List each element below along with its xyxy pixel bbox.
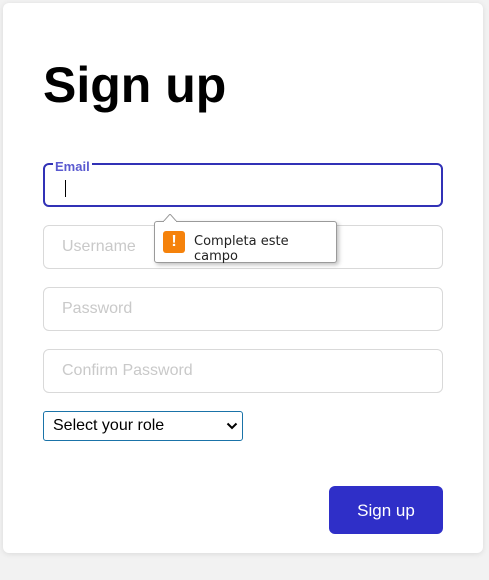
password-field[interactable]: Password — [43, 287, 443, 331]
validation-message: Completa este campo — [194, 234, 289, 264]
email-field[interactable]: Email — [43, 159, 443, 207]
chevron-down-icon — [226, 422, 238, 430]
signup-button[interactable]: Sign up — [329, 486, 443, 534]
role-select[interactable]: Select your role — [43, 411, 243, 441]
signup-button-label: Sign up — [357, 501, 415, 520]
signup-card: Sign up Email Username Password Confirm … — [3, 3, 483, 553]
tooltip-arrow — [163, 214, 177, 222]
role-select-value: Select your role — [53, 417, 165, 434]
username-placeholder: Username — [62, 238, 136, 255]
email-label: Email — [53, 159, 92, 174]
page-title: Sign up — [43, 57, 227, 113]
warning-icon: ! — [163, 231, 185, 253]
password-placeholder: Password — [62, 300, 133, 317]
validation-tooltip: ! Completa este campo — [154, 214, 337, 264]
confirm-password-field[interactable]: Confirm Password — [43, 349, 443, 393]
text-caret — [65, 180, 66, 197]
confirm-password-placeholder: Confirm Password — [62, 362, 193, 379]
